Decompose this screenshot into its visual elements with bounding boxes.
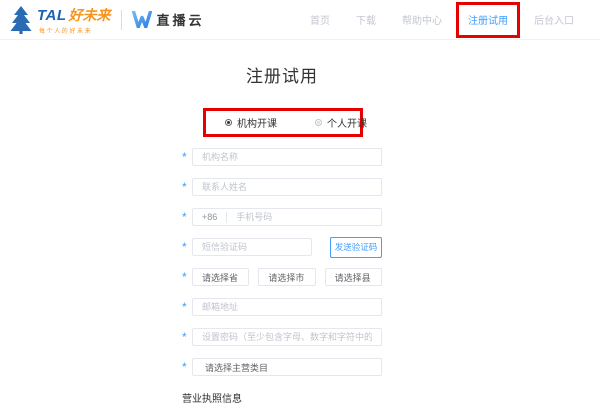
- required-marker: *: [182, 146, 192, 169]
- annotation-box-course-type: 机构开课 个人开课: [203, 108, 363, 137]
- radio-selected-icon[interactable]: [225, 119, 232, 126]
- brand-tagline: 每个人的好未来: [37, 26, 111, 35]
- nav-item-admin-entry[interactable]: 后台入口: [534, 12, 574, 27]
- region-row: * 请选择省 请选择市 请选择县: [182, 268, 382, 286]
- required-marker: *: [182, 296, 192, 319]
- annotation-box-register-trial: 注册试用: [456, 2, 520, 38]
- phone-row: * +86: [182, 208, 382, 226]
- org-name-row: *: [182, 148, 382, 166]
- email-input[interactable]: [192, 298, 382, 316]
- region-select-group: 请选择省 请选择市 请选择县: [192, 268, 382, 286]
- category-row: * 请选择主营类目: [182, 358, 382, 376]
- zhiboyun-logo-icon: [132, 11, 152, 28]
- city-select[interactable]: 请选择市: [258, 268, 315, 286]
- sms-code-input[interactable]: [192, 238, 312, 256]
- contact-name-input[interactable]: [192, 178, 382, 196]
- nav-item-download[interactable]: 下载: [356, 12, 376, 27]
- tal-tree-logo-icon: [8, 6, 34, 34]
- sms-code-row: * 发送验证码: [182, 238, 382, 256]
- register-form-area: 注册试用 机构开课 个人开课 * * * +86 *: [182, 62, 382, 409]
- main-category-select[interactable]: 请选择主营类目: [192, 358, 382, 376]
- radio-label-personal: 个人开课: [327, 115, 367, 130]
- required-marker: *: [182, 206, 192, 229]
- required-marker: *: [182, 176, 192, 199]
- radio-option-institution[interactable]: 机构开课: [225, 115, 277, 130]
- password-row: *: [182, 328, 382, 346]
- email-row: *: [182, 298, 382, 316]
- logo-divider: [121, 10, 122, 30]
- nav-item-home[interactable]: 首页: [310, 12, 330, 27]
- phone-country-code: +86: [193, 212, 226, 222]
- phone-input[interactable]: [227, 209, 381, 225]
- province-select[interactable]: 请选择省: [192, 268, 249, 286]
- phone-field: +86: [192, 208, 382, 226]
- contact-name-row: *: [182, 178, 382, 196]
- top-nav-bar: TAL 好未来 每个人的好未来 直播云 首页 下载 帮助中心 注册试用 后台入口: [0, 0, 600, 40]
- tal-brand-logo: TAL 好未来 每个人的好未来 直播云: [8, 5, 205, 35]
- nav-item-help-center[interactable]: 帮助中心: [402, 12, 442, 27]
- required-marker: *: [182, 326, 192, 349]
- send-sms-code-button[interactable]: 发送验证码: [330, 237, 382, 258]
- register-form: * * * +86 * 发送验证码 * 请选择省 请选择市 请选择县: [182, 148, 382, 376]
- nav-item-register-trial[interactable]: 注册试用: [468, 16, 508, 27]
- product-name-text: 直播云: [157, 10, 205, 29]
- required-marker: *: [182, 266, 192, 289]
- required-marker: *: [182, 236, 192, 259]
- required-marker: *: [182, 356, 192, 379]
- tal-brand-text: TAL: [37, 7, 67, 24]
- county-select[interactable]: 请选择县: [325, 268, 382, 286]
- radio-label-institution: 机构开课: [237, 115, 277, 130]
- org-name-input[interactable]: [192, 148, 382, 166]
- password-input[interactable]: [192, 328, 382, 346]
- radio-option-personal[interactable]: 个人开课: [315, 115, 367, 130]
- section-business-license-header: 营业执照信息: [182, 390, 382, 409]
- page-title: 注册试用: [182, 62, 382, 87]
- main-nav: 首页 下载 帮助中心 注册试用 后台入口: [310, 11, 574, 29]
- radio-unselected-icon[interactable]: [315, 119, 322, 126]
- tal-brand-cn-text: 好未来: [69, 5, 111, 25]
